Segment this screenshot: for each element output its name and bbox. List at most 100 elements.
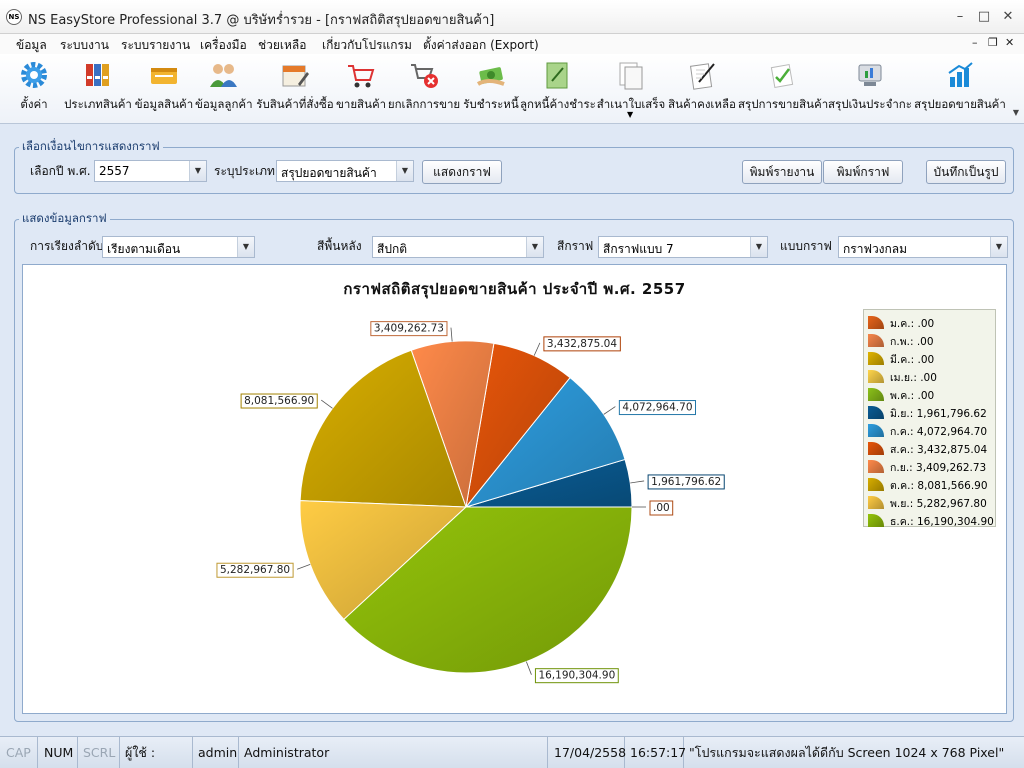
window-title: NS EasyStore Professional 3.7 @ บริษัทร่… [28, 13, 495, 28]
type-select-value: สรุปยอดขายสินค้า [281, 166, 377, 180]
label-leader-line [525, 661, 532, 675]
data-label: 16,190,304.90 [538, 670, 615, 682]
status-time: 16:57:17 [626, 737, 686, 768]
chart-color-select-value: สีกราฟแบบ 7 [603, 242, 674, 256]
legend-swatch [868, 442, 884, 455]
legend-label: ธ.ค.: 16,190,304.90 [890, 516, 994, 528]
chevron-down-icon[interactable]: ▼ [189, 161, 206, 181]
dropdown-arrow-icon[interactable]: ▼ [627, 110, 633, 119]
year-select[interactable]: 2557 ▼ [94, 160, 207, 182]
toolbar-stock[interactable]: สินค้าคงเหลือ [668, 58, 736, 120]
chevron-down-icon[interactable]: ▼ [237, 237, 254, 257]
toolbar-sales-chart[interactable]: สรุปยอดขายสินค้า [914, 58, 1006, 120]
chart-type-select[interactable]: กราฟวงกลม ▼ [838, 236, 1008, 258]
toolbar-receive-goods[interactable]: รับสินค้าที่สั่งซื้อ [256, 58, 334, 120]
background-color-label: สีพื้นหลัง [317, 239, 362, 253]
legend-swatch [868, 424, 884, 437]
chart-legend: ม.ค.: .00 ก.พ.: .00 มี.ค.: .00 เม.ย.: .00 พ.… [863, 309, 996, 528]
toolbar-debt-payment[interactable]: รับชำระหนี้ [463, 58, 519, 120]
show-chart-button[interactable]: แสดงกราฟ [422, 160, 502, 184]
chevron-down-icon[interactable]: ▼ [396, 161, 413, 181]
user-label: ผู้ใช้ : [121, 737, 193, 768]
chevron-down-icon[interactable]: ▼ [990, 237, 1007, 257]
toolbar-sell[interactable]: ขายสินค้า [336, 58, 387, 120]
toolbar-settings-label: ตั้งค่า [20, 97, 48, 111]
legend-label: ก.ย.: 3,409,262.73 [890, 462, 987, 474]
label-leader-line [533, 342, 541, 356]
toolbar-debtors[interactable]: ลูกหนี้ค้างชำระ [520, 58, 596, 120]
toolbar-sales-chart-label: สรุปยอดขายสินค้า [914, 97, 1006, 111]
user-role: Administrator [240, 737, 548, 768]
gear-icon [21, 62, 47, 88]
toolbar-debtors-label: ลูกหนี้ค้างชำระ [520, 97, 596, 111]
menu-help[interactable]: ช่วยเหลือ [258, 36, 307, 55]
mdi-minimize-icon[interactable]: – [972, 36, 978, 49]
sort-select[interactable]: เรียงตามเดือน ▼ [102, 236, 255, 258]
mdi-restore-icon[interactable]: ❐ [988, 36, 998, 49]
toolbar-product-info[interactable]: ข้อมูลสินค้า [134, 58, 194, 120]
save-image-button[interactable]: บันทึกเป็นรูป [926, 160, 1006, 184]
toolbar-shift-summary[interactable]: สรุปเงินประจำกะ [828, 58, 912, 120]
chart-color-select[interactable]: สีกราฟแบบ 7 ▼ [598, 236, 768, 258]
print-report-button[interactable]: พิมพ์รายงาน [742, 160, 822, 184]
chevron-down-icon[interactable]: ▼ [526, 237, 543, 257]
payment-icon [476, 67, 505, 86]
shift-summary-icon [858, 64, 882, 86]
legend-swatch [868, 496, 884, 509]
chart-color-label: สีกราฟ [557, 239, 594, 253]
legend-label: ม.ค.: .00 [890, 318, 935, 330]
pie-chart: .00 1,961,796.62 4,072,964.70 3,432,875.04 3… [216, 321, 725, 684]
binders-icon [86, 64, 109, 86]
chevron-down-icon[interactable]: ▼ [750, 237, 767, 257]
scroll-lock-indicator: SCRL [79, 737, 120, 768]
label-leader-line [296, 564, 311, 570]
status-bar: CAP NUM SCRL ผู้ใช้ : admin Administrato… [0, 736, 1024, 768]
legend-swatch [868, 478, 884, 491]
legend-swatch [868, 388, 884, 401]
menu-about[interactable]: เกี่ยวกับโปรแกรม [322, 36, 412, 55]
minimize-icon[interactable]: – [950, 8, 970, 26]
menu-export[interactable]: ตั้งค่าส่งออก (Export) [423, 36, 539, 55]
toolbar-sales-summary[interactable]: สรุปการขายสินค้า [738, 58, 829, 120]
toolbar-sales-summary-label: สรุปการขายสินค้า [738, 97, 829, 111]
mdi-close-icon[interactable]: ✕ [1005, 36, 1014, 49]
toolbar-settings[interactable]: ตั้งค่า [14, 58, 54, 120]
toolbar-product-types-label: ประเภทสินค้า [64, 97, 132, 111]
legend-swatch [868, 370, 884, 383]
close-icon[interactable]: ✕ [998, 8, 1018, 26]
legend-label: พ.ย.: 5,282,967.80 [890, 498, 987, 510]
legend-label: ส.ค.: 3,432,875.04 [890, 444, 988, 456]
toolbar-copy-receipt[interactable]: สำเนาใบเสร็จ ▼ [596, 58, 666, 120]
label-leader-line [603, 406, 616, 415]
chart-type-select-value: กราฟวงกลม [843, 242, 908, 256]
data-label: 5,282,967.80 [220, 564, 290, 576]
menu-reports[interactable]: ระบบรายงาน [121, 36, 190, 55]
sort-select-value: เรียงตามเดือน [107, 242, 181, 256]
options-group-title: เลือกเงื่อนไขการแสดงกราฟ [22, 139, 160, 153]
menu-system[interactable]: ระบบงาน [60, 36, 109, 55]
data-label: 3,409,262.73 [374, 323, 444, 335]
bar-chart-icon [948, 62, 973, 87]
background-color-select[interactable]: สีปกติ ▼ [372, 236, 544, 258]
chart-area: กราฟสถิติสรุปยอดขายสินค้า ประจำปี พ.ศ. 2… [22, 264, 1007, 714]
chart-type-label: แบบกราฟ [780, 239, 832, 253]
legend-label: เม.ย.: .00 [890, 372, 937, 384]
toolbar-shift-summary-label: สรุปเงินประจำกะ [828, 97, 912, 111]
legend-swatch [868, 406, 884, 419]
toolbar-sell-label: ขายสินค้า [336, 97, 387, 111]
toolbar-product-types[interactable]: ประเภทสินค้า [64, 58, 132, 120]
sort-label: การเรียงลำดับ [30, 239, 104, 253]
toolbar-overflow-icon[interactable]: ▼ [1010, 58, 1022, 120]
label-leader-line [630, 480, 645, 484]
legend-swatch [868, 460, 884, 473]
toolbar-cancel-sale[interactable]: ยกเลิกการขาย [387, 58, 461, 120]
type-select[interactable]: สรุปยอดขายสินค้า ▼ [276, 160, 414, 182]
print-chart-button[interactable]: พิมพ์กราฟ [823, 160, 903, 184]
maximize-icon[interactable]: □ [974, 8, 994, 26]
menu-data[interactable]: ข้อมูล [16, 36, 47, 55]
year-label: เลือกปี พ.ศ. [30, 164, 91, 178]
toolbar-customer-info[interactable]: ข้อมูลลูกค้า [195, 58, 253, 120]
menu-tools[interactable]: เครื่องมือ [200, 36, 247, 55]
status-date: 17/04/2558 [550, 737, 626, 768]
toolbar-product-info-label: ข้อมูลสินค้า [134, 97, 194, 111]
